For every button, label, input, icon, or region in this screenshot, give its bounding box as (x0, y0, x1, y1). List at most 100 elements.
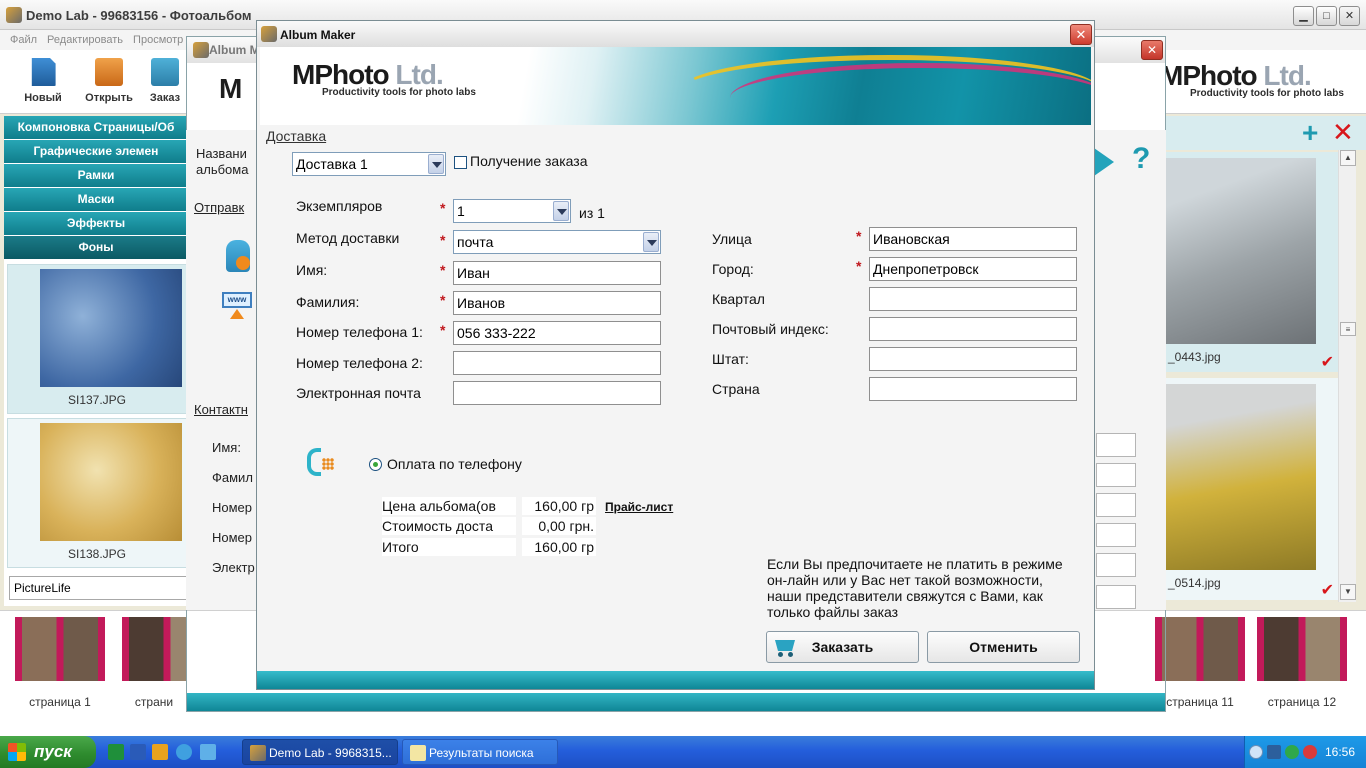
contact-input[interactable] (1096, 493, 1136, 517)
excel-icon[interactable] (108, 744, 124, 760)
task-label: Результаты поиска (429, 746, 534, 760)
district-input[interactable] (869, 287, 1077, 311)
contact-input[interactable] (1096, 585, 1136, 609)
internet-explorer-icon[interactable] (176, 744, 192, 760)
section-graphics[interactable]: Графические элемен (4, 140, 188, 163)
pay-by-phone-label: Оплата по телефону (387, 456, 522, 472)
word-icon[interactable] (130, 744, 146, 760)
photo-item[interactable]: _0514.jpg ✔ (1166, 378, 1338, 600)
last-name-input[interactable]: Иванов (453, 291, 661, 315)
chevron-down-icon[interactable] (553, 201, 569, 221)
dialog-logo-name: MPhoto (292, 59, 390, 90)
contact-input[interactable] (1096, 553, 1136, 577)
delivery-method-select[interactable]: почта (453, 230, 661, 254)
section-backgrounds[interactable]: Фоны (4, 236, 188, 259)
send-link[interactable]: Отправк (194, 200, 244, 215)
desktop-icon[interactable] (200, 744, 216, 760)
menu-edit[interactable]: Редактировать (47, 30, 123, 50)
app-icon (193, 42, 209, 58)
minimize-button[interactable]: ▁ (1293, 6, 1314, 26)
street-input[interactable]: Ивановская (869, 227, 1077, 251)
background-thumbnail[interactable]: SI138.JPG (7, 418, 187, 568)
photo-item[interactable]: _0443.jpg ✔ (1166, 152, 1338, 372)
contact-input[interactable] (1096, 463, 1136, 487)
alert-icon[interactable] (1303, 745, 1317, 759)
required-marker: * (440, 292, 446, 308)
help-icon[interactable]: ? (1132, 142, 1150, 176)
scroll-up-icon[interactable]: ▲ (1340, 150, 1356, 166)
total-value: 160,00 гр (522, 538, 596, 556)
plus-icon[interactable]: + (1302, 119, 1318, 147)
checkmark-icon: ✔ (1320, 354, 1334, 371)
dialog-title: Album Maker (280, 28, 356, 42)
email-input[interactable] (453, 381, 661, 405)
section-page-layout[interactable]: Компоновка Страницы/Об (4, 116, 188, 139)
section-masks[interactable]: Маски (4, 188, 188, 211)
page-label: страница 1 (29, 695, 91, 709)
scroll-down-icon[interactable]: ▼ (1340, 584, 1356, 600)
pay-by-phone-radio[interactable] (369, 458, 382, 471)
price-list-link[interactable]: Прайс-лист (605, 500, 673, 514)
phone2-input[interactable] (453, 351, 661, 375)
page-thumbnail[interactable]: страница 12 (1252, 617, 1352, 709)
new-button[interactable]: Новый (13, 58, 73, 104)
chevron-left-icon[interactable] (1249, 745, 1263, 759)
photo-caption: _0443.jpg (1168, 350, 1221, 364)
delete-icon[interactable]: ✕ (1332, 119, 1354, 145)
copies-select[interactable]: 1 (453, 199, 571, 223)
postal-code-input[interactable] (869, 317, 1077, 341)
menu-file[interactable]: Файл (10, 30, 37, 50)
company-logo: MPhoto Ltd. Productivity tools for photo… (1160, 60, 1360, 108)
contact-input[interactable] (1096, 433, 1136, 457)
state-input[interactable] (869, 347, 1077, 371)
page-thumbnail[interactable]: страница 1 (10, 617, 110, 709)
city-input[interactable]: Днепропетровск (869, 257, 1077, 281)
order-button[interactable]: Заказать (766, 631, 919, 663)
task-label: Demo Lab - 9968315... (269, 746, 392, 760)
arrow-right-icon[interactable] (1094, 148, 1114, 176)
pickup-label: Получение заказа (470, 153, 588, 169)
thumbnail-caption: SI138.JPG (67, 547, 127, 561)
chevron-down-icon[interactable] (643, 232, 659, 252)
section-effects[interactable]: Эффекты (4, 212, 188, 235)
method-label: Метод доставки (296, 230, 400, 246)
phone1-input[interactable]: 056 333-222 (453, 321, 661, 345)
network-icon[interactable] (1267, 745, 1281, 759)
first-name-label: Имя: (296, 262, 328, 278)
cancel-button[interactable]: Отменить (927, 631, 1080, 663)
photo-caption: _0514.jpg (1168, 576, 1221, 590)
task-search-results[interactable]: Результаты поиска (402, 739, 558, 765)
order-button[interactable]: Заказ (145, 58, 185, 104)
open-button[interactable]: Открыть (79, 58, 139, 104)
section-frames[interactable]: Рамки (4, 164, 188, 187)
task-demo-lab[interactable]: Demo Lab - 9968315... (242, 739, 398, 765)
first-name-input[interactable]: Иван (453, 261, 661, 285)
background-thumbnail[interactable]: SI137.JPG (7, 264, 187, 414)
contact-input[interactable] (1096, 523, 1136, 547)
close-button[interactable]: ✕ (1339, 6, 1360, 26)
maximize-button[interactable]: □ (1316, 6, 1337, 26)
page-thumbnail[interactable]: страни (122, 617, 186, 709)
category-select[interactable]: PictureLife (9, 576, 187, 600)
photo-scrollbar[interactable]: ▲ ≡ ▼ (1338, 150, 1356, 602)
menu-view[interactable]: Просмотр (133, 30, 183, 50)
contact-link[interactable]: Контактн (194, 402, 248, 417)
copies-value: 1 (457, 203, 465, 219)
chevron-down-icon[interactable] (428, 154, 444, 174)
album-price-label: Цена альбома(ов (382, 497, 516, 515)
country-input[interactable] (869, 377, 1077, 401)
outlook-icon[interactable] (152, 744, 168, 760)
back-dialog-close-button[interactable]: ✕ (1141, 40, 1163, 60)
dialog-title-bar: Album Maker ✕ (257, 21, 1094, 47)
delivery-select[interactable]: Доставка 1 (292, 152, 446, 176)
start-button[interactable]: пуск (0, 736, 96, 768)
search-results-icon (410, 745, 426, 761)
delivery-link[interactable]: Доставка (266, 128, 326, 144)
pickup-checkbox[interactable] (454, 156, 467, 169)
required-marker: * (440, 322, 446, 338)
dialog-close-button[interactable]: ✕ (1070, 24, 1092, 45)
security-icon[interactable] (1285, 745, 1299, 759)
scroll-thumb[interactable]: ≡ (1340, 322, 1356, 336)
order-button-label: Заказ (149, 92, 181, 104)
required-marker: * (856, 228, 862, 244)
